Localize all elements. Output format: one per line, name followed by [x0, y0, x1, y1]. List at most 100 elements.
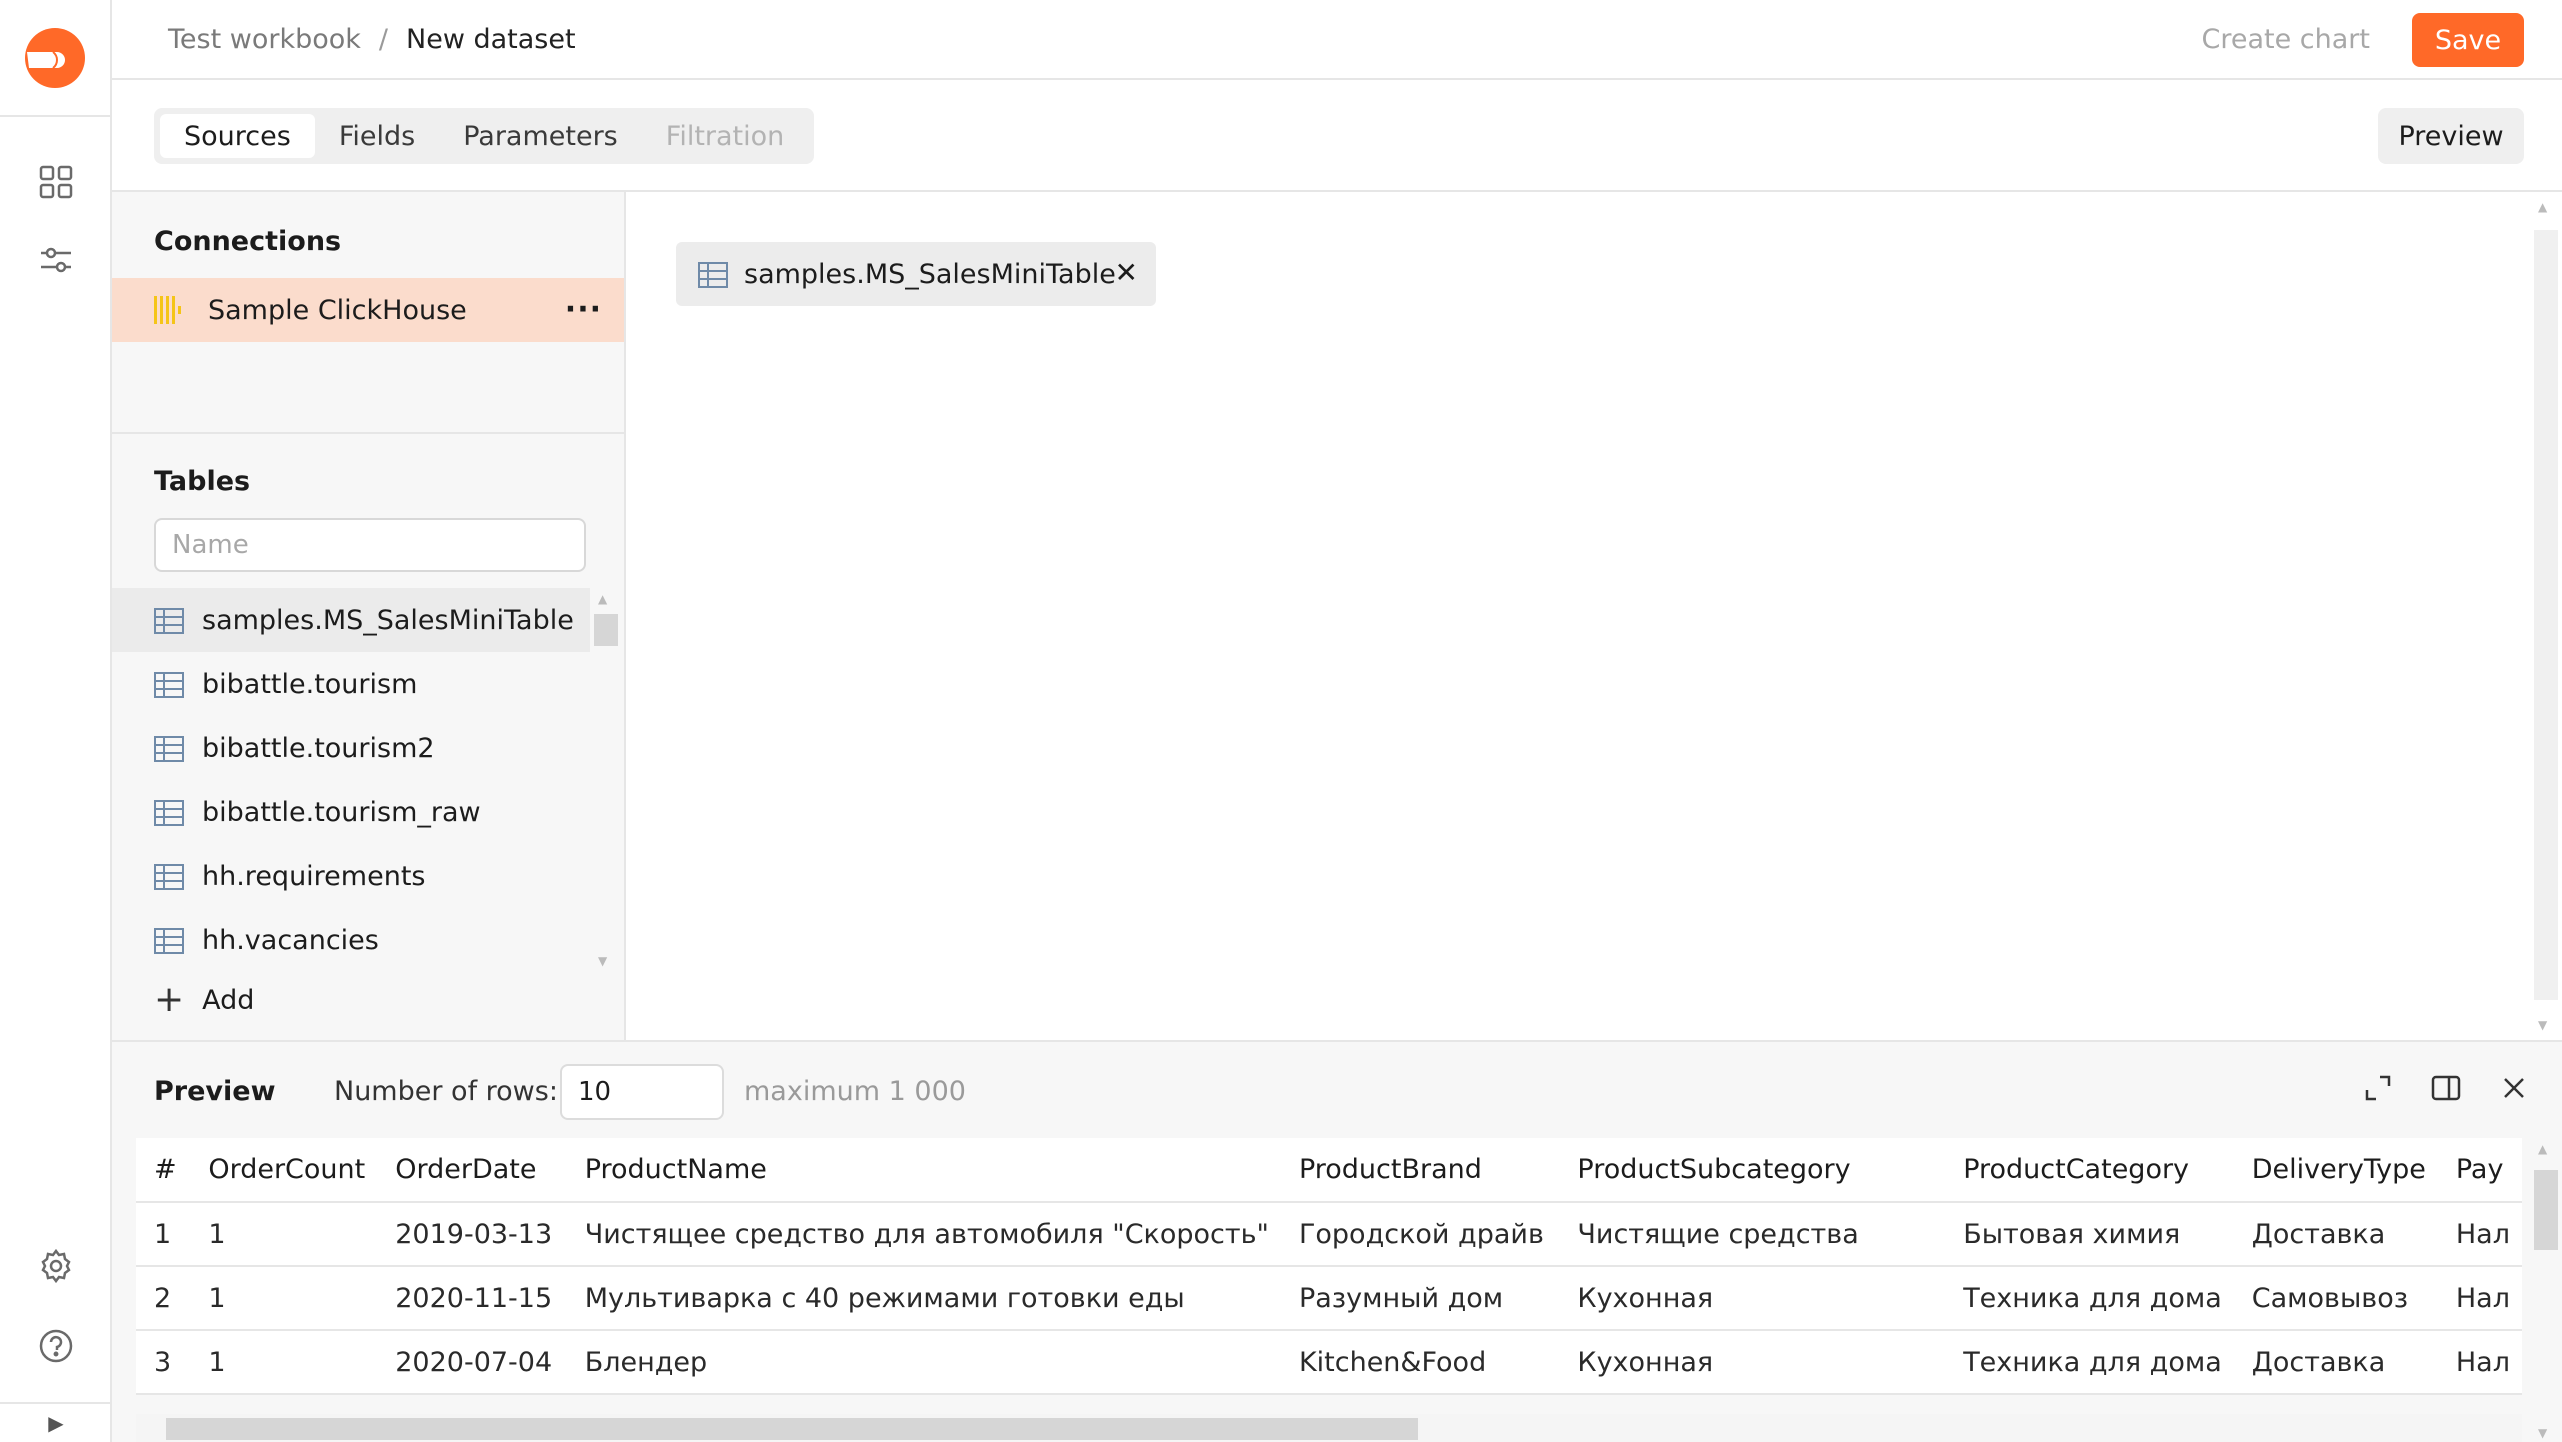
- column-header: ProductSubcategory: [1559, 1138, 1946, 1203]
- more-options-icon[interactable]: ···: [565, 292, 602, 327]
- clickhouse-icon: [154, 296, 181, 324]
- table-cell: Мультиварка с 40 режимами готовки еды: [566, 1266, 1281, 1331]
- breadcrumb-separator: /: [378, 23, 389, 55]
- column-header: ProductBrand: [1280, 1138, 1560, 1203]
- chip-label: samples.MS_SalesMiniTable: [744, 258, 1116, 290]
- collections-icon[interactable]: [36, 162, 76, 202]
- table-cell: Бытовая химия: [1945, 1202, 2234, 1267]
- preview-vertical-scrollbar[interactable]: ▲ ▼: [2528, 1138, 2562, 1442]
- table-cell: Техника для дома: [1945, 1266, 2234, 1331]
- table-item[interactable]: bibattle.tourism2: [112, 716, 590, 780]
- table-name: samples.MS_SalesMiniTable: [202, 604, 574, 636]
- add-table-button[interactable]: + Add: [154, 978, 254, 1022]
- table-name: hh.requirements: [202, 860, 426, 892]
- tab-sources[interactable]: Sources: [160, 114, 315, 158]
- plus-icon: +: [154, 979, 185, 1020]
- table-item[interactable]: bibattle.tourism_raw: [112, 780, 590, 844]
- table-icon: [154, 672, 184, 698]
- table-item[interactable]: bibattle.tourism: [112, 652, 590, 716]
- table-item[interactable]: hh.vacancies: [112, 908, 590, 972]
- table-name: bibattle.tourism2: [202, 732, 435, 764]
- table-cell: 2020-07-04: [377, 1330, 567, 1395]
- divider: [112, 432, 624, 434]
- table-cell: Кухонная: [1559, 1266, 1946, 1331]
- logo-icon: [25, 27, 85, 88]
- help-icon[interactable]: [36, 1326, 76, 1366]
- table-cell: Доставка: [2233, 1202, 2438, 1267]
- preview-title: Preview: [154, 1076, 276, 1107]
- table-cell: 1: [136, 1202, 191, 1267]
- table-cell: Доставка: [2233, 1330, 2438, 1395]
- close-icon[interactable]: ✕: [1115, 256, 1138, 289]
- table-list: samples.MS_SalesMiniTable bibattle.touri…: [112, 588, 590, 972]
- table-name: bibattle.tourism: [202, 668, 418, 700]
- table-cell: 2020-11-15: [377, 1266, 567, 1331]
- table-row: 1 1 2019-03-13 Чистящее средство для авт…: [136, 1202, 2522, 1267]
- left-rail: ▶: [0, 0, 112, 1442]
- gear-icon[interactable]: [36, 1246, 76, 1286]
- column-header: ProductName: [566, 1138, 1281, 1203]
- tab-parameters[interactable]: Parameters: [439, 114, 642, 158]
- preview-panel: Preview Number of rows: 10 maximum 1 000…: [112, 1040, 2562, 1442]
- header: Test workbook / New dataset Create chart…: [112, 0, 2562, 80]
- preview-table: # OrderCount OrderDate ProductName Produ…: [136, 1138, 2522, 1424]
- preview-horizontal-scrollbar[interactable]: [136, 1414, 2522, 1442]
- table-header-row: # OrderCount OrderDate ProductName Produ…: [136, 1138, 2522, 1203]
- create-chart-button[interactable]: Create chart: [2202, 24, 2371, 55]
- tab-filtration[interactable]: Filtration: [642, 114, 809, 158]
- tab-fields[interactable]: Fields: [315, 114, 439, 158]
- table-cell: Kitchen&Food: [1280, 1330, 1560, 1395]
- breadcrumb-workbook[interactable]: Test workbook: [168, 24, 361, 55]
- table-cell: Нал: [2437, 1330, 2522, 1395]
- table-search-input[interactable]: Name: [154, 518, 586, 572]
- table-cell: 1: [190, 1330, 378, 1395]
- table-cell: 3: [136, 1330, 191, 1395]
- column-header: DeliveryType: [2233, 1138, 2438, 1203]
- table-cell: Техника для дома: [1945, 1330, 2234, 1395]
- table-row: 3 1 2020-07-04 Блендер Kitchen&Food Кухо…: [136, 1330, 2522, 1395]
- table-cell: Чистящие средства: [1559, 1202, 1946, 1267]
- column-header: #: [136, 1138, 191, 1203]
- column-header: OrderDate: [377, 1138, 567, 1203]
- table-cell: Нал: [2437, 1202, 2522, 1267]
- canvas-scrollbar[interactable]: ▲ ▼: [2528, 192, 2562, 1040]
- table-cell: Самовывоз: [2233, 1266, 2438, 1331]
- column-header: ProductCategory: [1945, 1138, 2234, 1203]
- expand-arrow-icon[interactable]: ▶: [0, 1402, 112, 1442]
- close-preview-icon[interactable]: [2496, 1070, 2532, 1106]
- table-cell: Нал: [2437, 1266, 2522, 1331]
- table-item[interactable]: samples.MS_SalesMiniTable: [112, 588, 590, 652]
- column-header: Pay: [2437, 1138, 2522, 1203]
- preview-button[interactable]: Preview: [2378, 108, 2524, 164]
- table-cell: 2: [136, 1266, 191, 1331]
- table-name: hh.vacancies: [202, 924, 379, 956]
- connection-item[interactable]: Sample ClickHouse ···: [112, 278, 624, 342]
- rows-max-hint: maximum 1 000: [744, 1076, 966, 1107]
- table-cell: Городской драйв: [1280, 1202, 1560, 1267]
- table-row: 2 1 2020-11-15 Мультиварка с 40 режимами…: [136, 1266, 2522, 1331]
- side-panel-icon[interactable]: [2428, 1070, 2464, 1106]
- table-cell: Чистящее средство для автомобиля "Скорос…: [566, 1202, 1281, 1267]
- table-item[interactable]: hh.requirements: [112, 844, 590, 908]
- table-icon: [154, 800, 184, 826]
- logo[interactable]: [0, 0, 110, 117]
- table-list-scrollbar[interactable]: ▲ ▼: [592, 588, 620, 972]
- source-canvas: samples.MS_SalesMiniTable ✕ ▲ ▼: [626, 192, 2562, 1040]
- table-cell: 2019-03-13: [377, 1202, 567, 1267]
- breadcrumb-dataset: New dataset: [406, 23, 576, 55]
- table-icon: [154, 608, 184, 634]
- sources-panel: Connections Sample ClickHouse ··· Tables…: [112, 192, 626, 1040]
- table-name: bibattle.tourism_raw: [202, 796, 481, 828]
- table-icon: [154, 928, 184, 954]
- table-icon: [154, 864, 184, 890]
- rows-count-input[interactable]: 10: [560, 1064, 724, 1120]
- save-button[interactable]: Save: [2412, 13, 2524, 67]
- tab-bar: Sources Fields Parameters Filtration Pre…: [112, 80, 2562, 192]
- connections-title: Connections: [154, 226, 342, 257]
- rows-label: Number of rows:: [334, 1076, 558, 1107]
- settings-sliders-icon[interactable]: [36, 240, 76, 280]
- table-cell: Разумный дом: [1280, 1266, 1560, 1331]
- source-table-chip[interactable]: samples.MS_SalesMiniTable ✕: [676, 242, 1156, 306]
- column-header: OrderCount: [190, 1138, 378, 1203]
- fullscreen-icon[interactable]: [2360, 1070, 2396, 1106]
